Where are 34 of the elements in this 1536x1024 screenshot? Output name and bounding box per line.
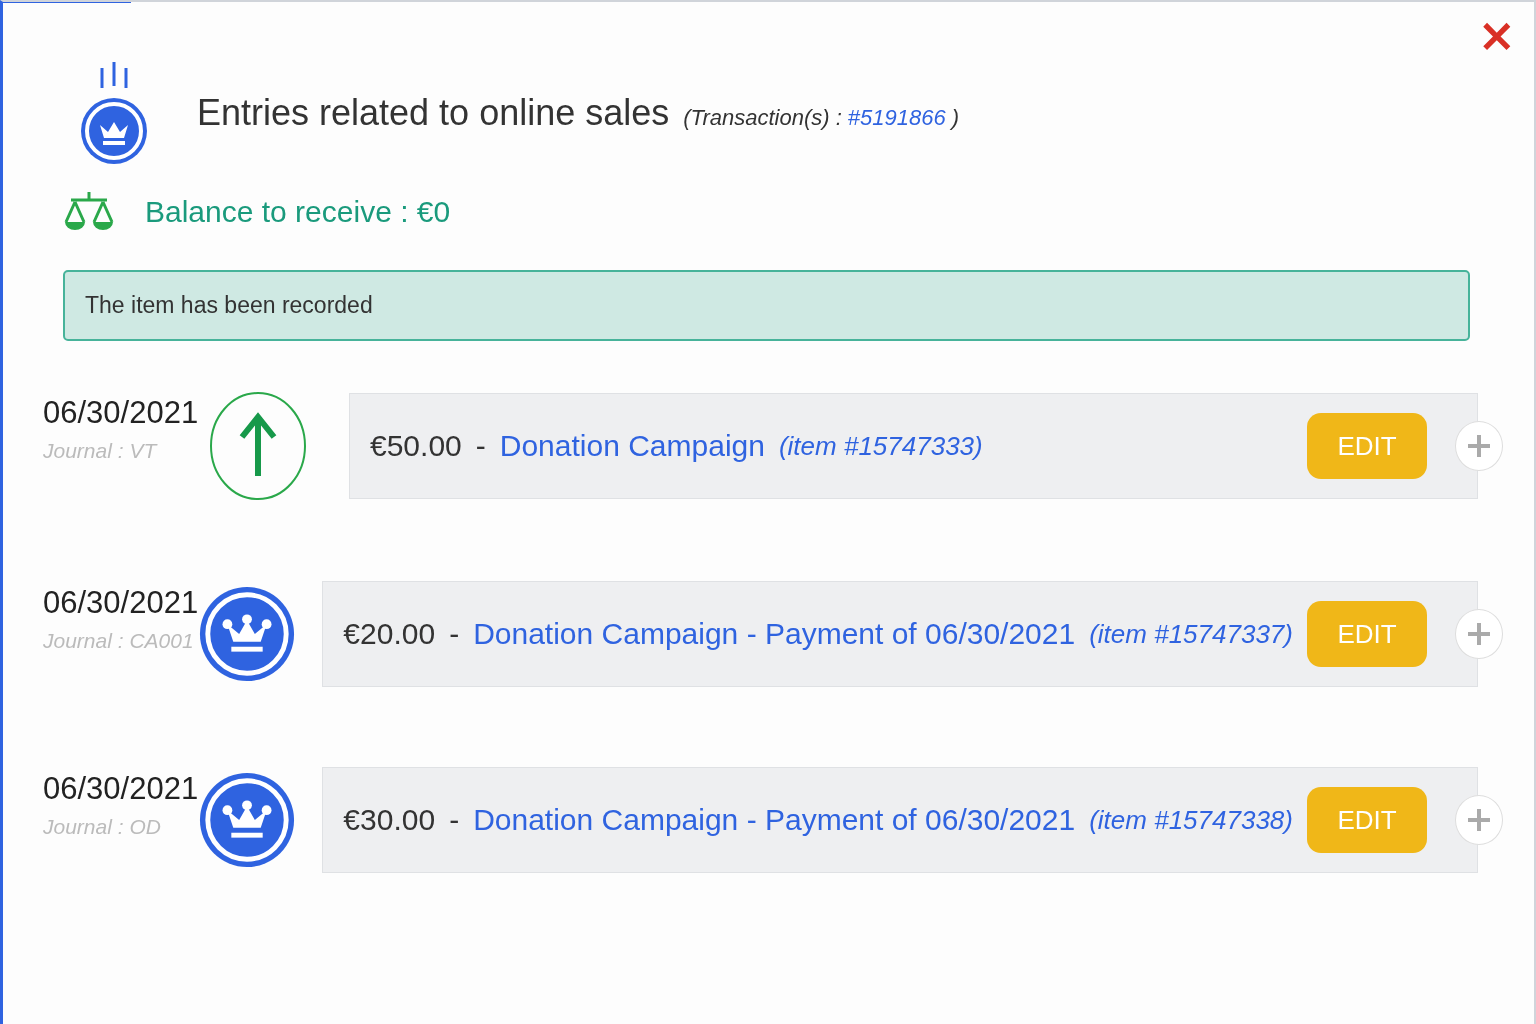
- close-button[interactable]: ×: [1473, 12, 1520, 58]
- separator-dash: -: [475, 429, 486, 463]
- transaction-label: (Transaction(s) :: [683, 105, 842, 131]
- journal-label: Journal : VT: [43, 439, 159, 463]
- falling-coin-icon: [79, 60, 149, 166]
- crown-coin-icon: [198, 771, 297, 869]
- entry-amount: €20.00: [343, 617, 436, 651]
- entry-amount: €50.00: [370, 429, 462, 463]
- journal-label: Journal : CA001: [43, 629, 195, 653]
- entry-date: 06/30/2021: [43, 585, 199, 621]
- add-button[interactable]: [1455, 795, 1503, 845]
- dialog-title: Entries related to online sales: [197, 92, 670, 134]
- crown-coin-icon: [198, 585, 297, 683]
- entry-amount: €30.00: [343, 803, 436, 837]
- separator-dash: -: [449, 803, 460, 837]
- item-reference: (item #15747338): [1089, 804, 1293, 836]
- separator-dash: -: [449, 617, 460, 651]
- success-alert: The item has been recorded: [63, 270, 1470, 341]
- item-reference: (item #15747333): [778, 430, 983, 462]
- entry-link[interactable]: Donation Campaign - Payment of 06/30/2021: [473, 617, 1076, 650]
- item-reference: (item #15747337): [1089, 618, 1293, 650]
- plus-icon: [1466, 807, 1492, 833]
- plus-icon: [1466, 621, 1492, 647]
- balance-text: Balance to receive : €0: [145, 195, 451, 229]
- journal-label: Journal : OD: [43, 815, 162, 839]
- entry-date: 06/30/2021: [43, 395, 200, 431]
- entry-link[interactable]: Donation Campaign: [499, 429, 765, 462]
- transaction-link[interactable]: #5191866: [847, 105, 946, 130]
- add-button[interactable]: [1455, 421, 1503, 471]
- plus-icon: [1466, 433, 1492, 459]
- entry-link[interactable]: Donation Campaign - Payment of 06/30/2021: [473, 803, 1076, 836]
- add-button[interactable]: [1455, 609, 1503, 659]
- entry-date: 06/30/2021: [43, 771, 199, 807]
- closing-parenthesis: ): [951, 105, 959, 131]
